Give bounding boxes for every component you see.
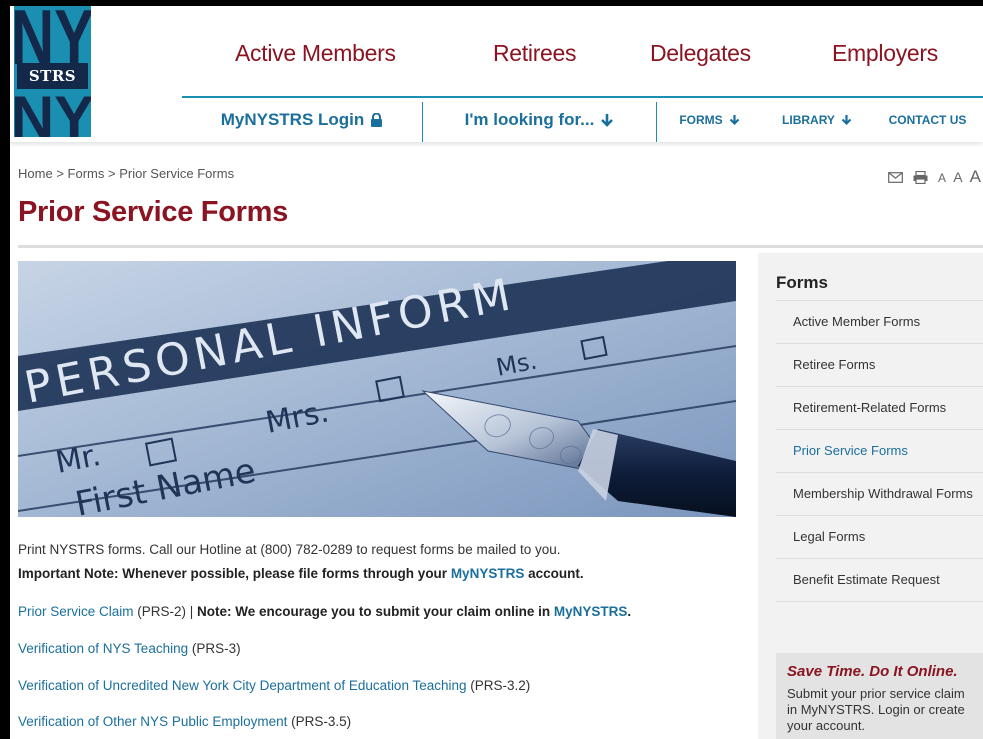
- form-item: Verification of Other NYS Public Employm…: [18, 714, 351, 729]
- breadcrumb-separator: >: [56, 166, 68, 181]
- forms-sidebar: Forms Active Member Forms Retiree Forms …: [758, 253, 983, 739]
- hero-mrs: Mrs.: [263, 394, 332, 440]
- lock-icon: [371, 113, 383, 127]
- form-code: (PRS-3): [188, 641, 241, 656]
- promo-title: Save Time. Do It Online.: [787, 663, 958, 680]
- text-size-large[interactable]: A: [970, 167, 983, 186]
- important-note: Important Note: Whenever possible, pleas…: [18, 566, 584, 581]
- important-note-text: Important Note: Whenever possible, pleas…: [18, 566, 451, 581]
- looking-label: I'm looking for...: [464, 110, 595, 129]
- hero-image: PERSONAL INFORM Mrs. Ms. Mr. First Name: [18, 261, 736, 517]
- forms-menu[interactable]: FORMS: [657, 98, 762, 142]
- mynystrs-link[interactable]: MyNYSTRS: [451, 566, 525, 581]
- sidebar-menu: Active Member Forms Retiree Forms Retire…: [776, 300, 983, 602]
- main-navigation: Active Members Retirees Delegates Employ…: [180, 40, 983, 80]
- sidebar-item-retirement-related-forms[interactable]: Retirement-Related Forms: [776, 386, 983, 429]
- sidebar-item-active-member-forms[interactable]: Active Member Forms: [776, 300, 983, 343]
- logo-text: STRS: [17, 63, 88, 89]
- prior-service-claim-link[interactable]: Prior Service Claim: [18, 604, 134, 619]
- nav-employers[interactable]: Employers: [832, 40, 938, 67]
- mynystrs-login-button[interactable]: MyNYSTRS Login: [182, 98, 422, 142]
- promo-text: Submit your prior service claim in MyNYS…: [787, 686, 965, 733]
- sidebar-item-retiree-forms[interactable]: Retiree Forms: [776, 343, 983, 386]
- utility-navigation: MyNYSTRS Login I'm looking for... FORMS: [182, 98, 983, 142]
- verification-nyc-doe-teaching-link[interactable]: Verification of Uncredited New York City…: [18, 678, 467, 693]
- sidebar-item-prior-service-forms[interactable]: Prior Service Forms: [776, 429, 983, 472]
- library-menu[interactable]: LIBRARY: [762, 98, 872, 142]
- im-looking-for-button[interactable]: I'm looking for...: [423, 98, 656, 142]
- breadcrumb-current: Prior Service Forms: [119, 166, 235, 181]
- arrow-down-icon: [729, 115, 739, 126]
- breadcrumb-home[interactable]: Home: [18, 166, 53, 181]
- claim-note-end: .: [627, 604, 632, 619]
- online-promo-box[interactable]: Save Time. Do It Online. Submit your pri…: [776, 653, 983, 739]
- contact-label: CONTACT US: [888, 113, 967, 127]
- form-code: (PRS-3.5): [287, 714, 352, 729]
- page-title: Prior Service Forms: [18, 196, 288, 228]
- printer-icon[interactable]: [913, 170, 928, 184]
- page: NY NY STRS Active Members Retirees Deleg…: [10, 6, 983, 739]
- text-size-medium[interactable]: A: [953, 169, 964, 185]
- important-note-end: account.: [524, 566, 584, 581]
- arrow-down-icon: [841, 115, 852, 126]
- hero-mr: Mr.: [53, 438, 104, 481]
- form-item: Prior Service Claim (PRS-2) | Note: We e…: [18, 604, 631, 619]
- claim-note: Note: We encourage you to submit your cl…: [197, 604, 554, 619]
- contact-us-link[interactable]: CONTACT US: [872, 98, 983, 142]
- nystrs-logo[interactable]: NY NY STRS: [14, 6, 91, 137]
- breadcrumb-separator: >: [108, 166, 120, 181]
- page-tools: A A A: [888, 167, 983, 187]
- login-label: MyNYSTRS Login: [220, 110, 365, 129]
- intro-text: Print NYSTRS forms. Call our Hotline at …: [18, 542, 561, 557]
- sidebar-item-legal-forms[interactable]: Legal Forms: [776, 515, 983, 558]
- envelope-icon[interactable]: [888, 171, 903, 183]
- breadcrumb-forms[interactable]: Forms: [68, 166, 105, 181]
- ny-logo-lower: NY: [14, 84, 91, 137]
- text-size-small[interactable]: A: [938, 171, 948, 185]
- arrow-down-icon: [601, 113, 614, 127]
- form-item: Verification of Uncredited New York City…: [18, 678, 530, 693]
- nav-retirees[interactable]: Retirees: [493, 40, 577, 67]
- sidebar-title: Forms: [776, 273, 828, 292]
- breadcrumb: Home > Forms > Prior Service Forms: [18, 166, 234, 181]
- library-label: LIBRARY: [782, 113, 835, 127]
- nav-delegates[interactable]: Delegates: [650, 40, 751, 67]
- site-header: NY NY STRS Active Members Retirees Deleg…: [10, 6, 983, 142]
- nav-active-members[interactable]: Active Members: [235, 40, 396, 67]
- form-code: (PRS-2) |: [133, 604, 198, 619]
- title-divider: [18, 245, 983, 248]
- sidebar-item-benefit-estimate-request[interactable]: Benefit Estimate Request: [776, 558, 983, 602]
- sidebar-item-membership-withdrawal-forms[interactable]: Membership Withdrawal Forms: [776, 472, 983, 515]
- personal-information-form-illustration: PERSONAL INFORM Mrs. Ms. Mr. First Name: [18, 261, 736, 517]
- verification-nys-teaching-link[interactable]: Verification of NYS Teaching: [18, 641, 188, 656]
- forms-label: FORMS: [679, 113, 723, 127]
- verification-other-employment-link[interactable]: Verification of Other NYS Public Employm…: [18, 714, 287, 729]
- form-item: Verification of NYS Teaching (PRS-3): [18, 641, 241, 656]
- form-code: (PRS-3.2): [466, 678, 531, 693]
- mynystrs-link[interactable]: MyNYSTRS: [554, 604, 628, 619]
- text-size-controls: A A A: [938, 167, 983, 187]
